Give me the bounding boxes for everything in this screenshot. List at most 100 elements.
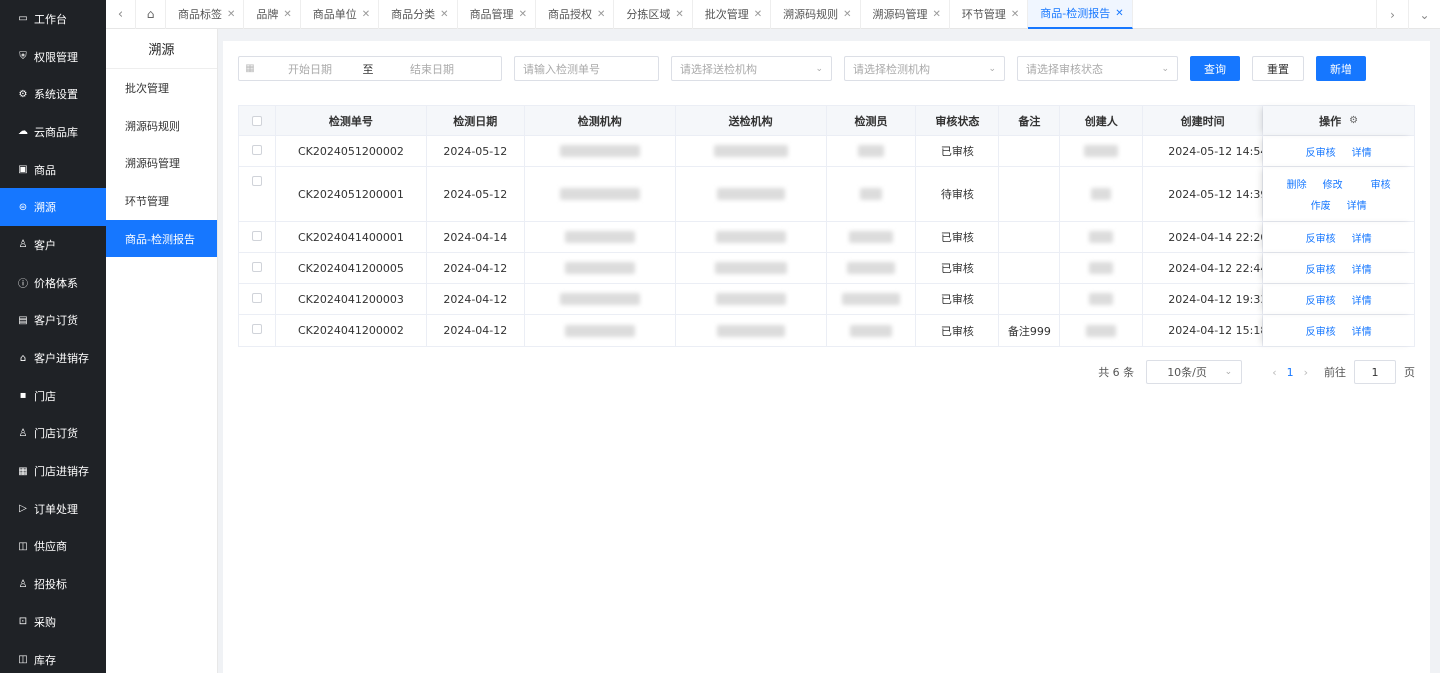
close-icon[interactable]: ✕ — [597, 9, 605, 20]
next-page-icon[interactable]: › — [1304, 366, 1308, 379]
sidebar-item-10[interactable]: ▪ 门店 — [0, 377, 106, 415]
close-icon[interactable]: ✕ — [1011, 9, 1019, 20]
main-sidebar: ▭ 工作台 ⛨ 权限管理 ⚙ 系统设置 ☁ 云商品库 ▣ 商品 ⊜ 溯源 ♙ 客户 ⓘ 价格体系 ▤ 客户订货 ⌂ 客… — [0, 0, 106, 673]
send-org-cell — [676, 315, 827, 346]
table-row: CK2024041200005 2024-04-12 已审核 2024-04-12 2… — [239, 253, 1414, 284]
edit-link[interactable]: 修改 — [1323, 176, 1343, 191]
sidebar-item-17[interactable]: ◫ 库存 — [0, 641, 106, 673]
end-date-input[interactable]: 结束日期 — [377, 61, 487, 77]
home-icon[interactable]: ⌂ — [136, 0, 166, 29]
tab-11[interactable]: 商品-检测报告 ✕ — [1028, 0, 1133, 29]
test-org-cell — [525, 253, 676, 283]
tab-scroll-left-icon[interactable]: ‹ — [106, 0, 136, 29]
sidebar-item-5[interactable]: ⊜ 溯源 — [0, 188, 106, 227]
query-button[interactable]: 查询 — [1190, 56, 1240, 81]
audit-link[interactable]: 审核 — [1371, 176, 1391, 191]
row-checkbox[interactable] — [239, 315, 276, 346]
detail-link[interactable]: 详情 — [1352, 261, 1372, 276]
sidebar-item-8[interactable]: ▤ 客户订货 — [0, 302, 106, 340]
tab-2[interactable]: 商品单位 ✕ — [301, 0, 380, 29]
sidebar-item-4[interactable]: ▣ 商品 — [0, 151, 106, 189]
delete-link[interactable]: 删除 — [1287, 176, 1307, 191]
close-icon[interactable]: ✕ — [675, 9, 683, 20]
close-icon[interactable]: ✕ — [362, 9, 370, 20]
tab-5[interactable]: 商品授权 ✕ — [536, 0, 615, 29]
sidebar-item-9[interactable]: ⌂ 客户进销存 — [0, 339, 106, 377]
chevron-down-icon[interactable]: ⌄ — [1408, 0, 1440, 29]
select-all-checkbox[interactable] — [239, 106, 276, 135]
submenu-item-2[interactable]: 溯源码管理 — [106, 144, 217, 182]
store-stock-icon: ▦ — [18, 465, 28, 477]
sidebar-item-13[interactable]: ▷ 订单处理 — [0, 490, 106, 528]
created-time-cell: 2024-05-12 14:39:3 — [1143, 167, 1264, 221]
detail-link[interactable]: 详情 — [1347, 197, 1367, 212]
column-header: 创建时间 — [1143, 106, 1264, 135]
submenu-item-4[interactable]: 商品-检测报告 — [106, 219, 217, 258]
tab-6[interactable]: 分拣区域 ✕ — [614, 0, 693, 29]
add-button[interactable]: 新增 — [1316, 56, 1366, 81]
close-icon[interactable]: ✕ — [227, 9, 235, 20]
current-page[interactable]: 1 — [1287, 366, 1294, 379]
close-icon[interactable]: ✕ — [440, 9, 448, 20]
close-icon[interactable]: ✕ — [843, 9, 851, 20]
tab-8[interactable]: 溯源码规则 ✕ — [771, 0, 861, 29]
sidebar-item-0[interactable]: ▭ 工作台 — [0, 0, 106, 38]
close-icon[interactable]: ✕ — [519, 9, 527, 20]
close-icon[interactable]: ✕ — [1115, 8, 1123, 19]
send-org-select[interactable]: 请选择送检机构 ⌄ — [671, 56, 832, 81]
tab-0[interactable]: 商品标签 ✕ — [166, 0, 245, 29]
send-org-cell — [676, 284, 827, 314]
page-size-select[interactable]: 10条/页 ⌄ — [1146, 360, 1243, 384]
detail-link[interactable]: 详情 — [1352, 323, 1372, 338]
sidebar-item-16[interactable]: ⊡ 采购 — [0, 603, 106, 641]
sidebar-item-2[interactable]: ⚙ 系统设置 — [0, 75, 106, 113]
report-no-cell: CK2024051200002 — [276, 136, 427, 166]
sidebar-item-14[interactable]: ◫ 供应商 — [0, 528, 106, 566]
sidebar-item-1[interactable]: ⛨ 权限管理 — [0, 38, 106, 76]
sidebar-item-12[interactable]: ▦ 门店进销存 — [0, 452, 106, 490]
row-checkbox[interactable] — [239, 136, 276, 166]
tab-10[interactable]: 环节管理 ✕ — [950, 0, 1029, 29]
close-icon[interactable]: ✕ — [283, 9, 291, 20]
submenu-item-1[interactable]: 溯源码规则 — [106, 107, 217, 145]
close-icon[interactable]: ✕ — [754, 9, 762, 20]
reset-button[interactable]: 重置 — [1252, 56, 1304, 81]
audit-status-select[interactable]: 请选择审核状态 ⌄ — [1017, 56, 1178, 81]
report-table: 检测单号 检测日期 检测机构 送检机构 检测员 审核状态 备注 创建人 创建时间 操作 ⚙ CK202… — [238, 105, 1415, 347]
sidebar-item-11[interactable]: ♙ 门店订货 — [0, 415, 106, 453]
unaudit-link[interactable]: 反审核 — [1306, 292, 1336, 307]
sidebar-item-15[interactable]: ♙ 招投标 — [0, 565, 106, 603]
date-range-picker[interactable]: ▦ 开始日期 至 结束日期 — [238, 56, 502, 81]
detail-link[interactable]: 详情 — [1352, 292, 1372, 307]
sidebar-item-label: 系统设置 — [34, 88, 78, 102]
row-checkbox[interactable] — [239, 167, 276, 221]
sidebar-item-3[interactable]: ☁ 云商品库 — [0, 113, 106, 151]
submenu-item-0[interactable]: 批次管理 — [106, 69, 217, 107]
report-no-input[interactable]: 请输入检测单号 — [514, 56, 659, 81]
detail-link[interactable]: 详情 — [1352, 230, 1372, 245]
close-icon[interactable]: ✕ — [933, 9, 941, 20]
row-checkbox[interactable] — [239, 222, 276, 252]
prev-page-icon[interactable]: ‹ — [1272, 366, 1276, 379]
void-link[interactable]: 作废 — [1311, 197, 1331, 212]
detail-link[interactable]: 详情 — [1352, 144, 1372, 159]
tab-7[interactable]: 批次管理 ✕ — [693, 0, 772, 29]
goto-page-input[interactable]: 1 — [1354, 360, 1396, 384]
tab-9[interactable]: 溯源码管理 ✕ — [861, 0, 950, 29]
tab-3[interactable]: 商品分类 ✕ — [379, 0, 458, 29]
tab-4[interactable]: 商品管理 ✕ — [458, 0, 536, 29]
unaudit-link[interactable]: 反审核 — [1306, 323, 1336, 338]
gear-icon[interactable]: ⚙ — [1349, 115, 1358, 126]
unaudit-link[interactable]: 反审核 — [1306, 261, 1336, 276]
tab-1[interactable]: 品牌 ✕ — [244, 0, 301, 29]
row-checkbox[interactable] — [239, 284, 276, 314]
row-checkbox[interactable] — [239, 253, 276, 283]
test-org-select[interactable]: 请选择检测机构 ⌄ — [844, 56, 1005, 81]
start-date-input[interactable]: 开始日期 — [261, 61, 359, 77]
unaudit-link[interactable]: 反审核 — [1306, 230, 1336, 245]
submenu-item-3[interactable]: 环节管理 — [106, 182, 217, 220]
sidebar-item-6[interactable]: ♙ 客户 — [0, 226, 106, 264]
tab-scroll-right-icon[interactable]: › — [1376, 0, 1408, 29]
sidebar-item-7[interactable]: ⓘ 价格体系 — [0, 264, 106, 302]
unaudit-link[interactable]: 反审核 — [1306, 144, 1336, 159]
